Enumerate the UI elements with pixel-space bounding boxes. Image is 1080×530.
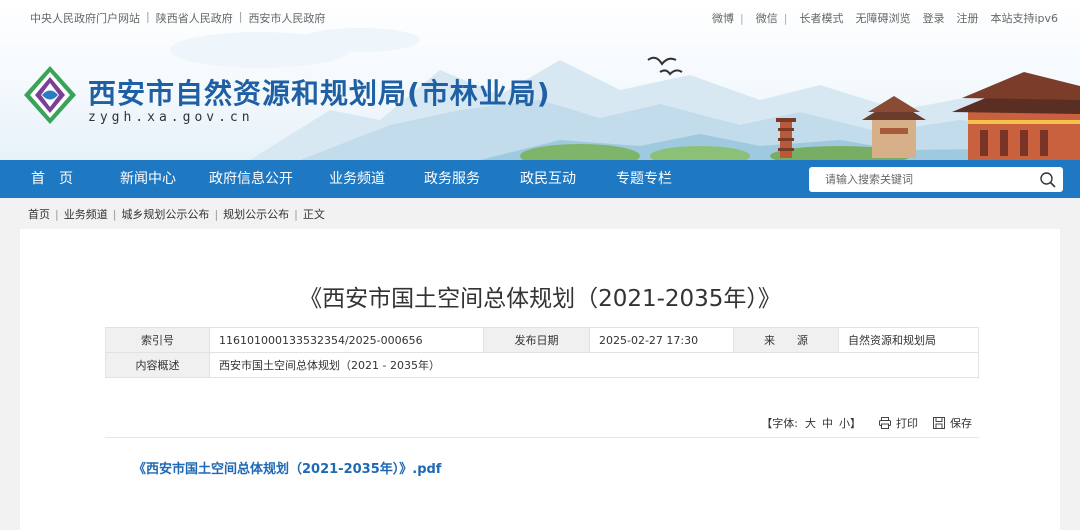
article-tools: 【字体: 大 中 小】 打印 保存: [761, 415, 972, 431]
save-button[interactable]: 保存: [950, 415, 972, 431]
printer-icon[interactable]: [878, 416, 892, 430]
breadcrumb-planning-notice[interactable]: 规划公示公布: [223, 206, 289, 222]
link-weibo[interactable]: 微博: [712, 10, 734, 26]
save-icon[interactable]: [932, 416, 946, 430]
table-row: 索引号 116101000133532354/2025-000656 发布日期 …: [105, 327, 979, 353]
ipv6-notice: 本站支持ipv6: [990, 12, 1058, 25]
attachment-pdf-link[interactable]: 《西安市国土空间总体规划（2021-2035年）》.pdf: [133, 458, 441, 477]
link-shaanxi-gov[interactable]: 陕西省人民政府: [156, 10, 233, 26]
main-nav: 首 页 新闻中心 政府信息公开 业务频道 政务服务 政民互动 专题专栏: [0, 160, 1080, 198]
breadcrumb-home[interactable]: 首页: [28, 206, 50, 222]
font-size-label: 【字体:: [761, 417, 798, 430]
link-elder-mode[interactable]: 长者模式: [799, 10, 843, 26]
divider: |: [146, 10, 150, 23]
header-banner: 中央人民政府门户网站 | 陕西省人民政府 | 西安市人民政府 微博 | 微信 |…: [0, 0, 1080, 160]
article-meta-table: 索引号 116101000133532354/2025-000656 发布日期 …: [105, 327, 979, 378]
nav-item-business[interactable]: 业务频道: [310, 160, 404, 198]
breadcrumb-current: 正文: [302, 208, 325, 221]
article-title: 《西安市国土空间总体规划（2021-2035年）》: [299, 286, 781, 312]
top-links-right: 微博 | 微信 | 长者模式 无障碍浏览 登录 注册 本站支持ipv6: [700, 10, 1058, 26]
search-icon[interactable]: [1039, 171, 1057, 189]
meta-label-date: 发布日期: [483, 327, 590, 353]
breadcrumb-separator: |: [214, 207, 219, 221]
table-row: 内容概述 西安市国土空间总体规划（2021 - 2035年）: [105, 352, 979, 378]
article-container: 《西安市国土空间总体规划（2021-2035年）》 索引号 1161010001…: [20, 229, 1060, 530]
nav-item-news[interactable]: 新闻中心: [104, 160, 192, 198]
font-large-button[interactable]: 大: [805, 415, 816, 431]
nav-item-interaction[interactable]: 政民互动: [500, 160, 596, 198]
divider: |: [238, 10, 243, 23]
font-medium-button[interactable]: 中: [822, 415, 833, 431]
meta-value-summary: 西安市国土空间总体规划（2021 - 2035年）: [209, 352, 979, 378]
meta-label-source: 来 源: [733, 327, 839, 353]
link-xian-gov[interactable]: 西安市人民政府: [248, 10, 325, 26]
nav-item-home[interactable]: 首 页: [0, 160, 104, 198]
divider: |: [783, 11, 788, 25]
site-domain: zygh.xa.gov.cn: [88, 110, 254, 125]
meta-value-source: 自然资源和规划局: [838, 327, 979, 353]
breadcrumb-separator: |: [112, 207, 117, 221]
meta-label-index: 索引号: [105, 327, 210, 353]
search-input[interactable]: [809, 167, 1029, 192]
link-wechat[interactable]: 微信: [756, 10, 778, 26]
meta-value-date: 2025-02-27 17:30: [589, 327, 734, 353]
breadcrumb-separator: |: [294, 207, 298, 221]
font-small-button[interactable]: 小】: [839, 415, 861, 431]
meta-value-index: 116101000133532354/2025-000656: [209, 327, 484, 353]
nav-item-gov-info[interactable]: 政府信息公开: [192, 160, 310, 198]
site-title[interactable]: 西安市自然资源和规划局(市林业局): [88, 72, 551, 112]
top-links-left: 中央人民政府门户网站 | 陕西省人民政府 | 西安市人民政府: [30, 10, 325, 26]
divider: [105, 437, 979, 438]
breadcrumb-urban-planning[interactable]: 城乡规划公示公布: [121, 206, 209, 222]
link-login[interactable]: 登录: [922, 10, 944, 26]
nav-item-topics[interactable]: 专题专栏: [596, 160, 692, 198]
link-accessibility[interactable]: 无障碍浏览: [855, 10, 910, 26]
divider: |: [740, 11, 744, 25]
breadcrumb: 首页 | 业务频道 | 城乡规划公示公布 | 规划公示公布 | 正文: [28, 206, 325, 222]
breadcrumb-separator: |: [55, 207, 59, 221]
link-register[interactable]: 注册: [956, 10, 978, 26]
search-box: [809, 167, 1063, 192]
diamond-emblem-icon[interactable]: [22, 64, 78, 126]
link-central-gov[interactable]: 中央人民政府门户网站: [30, 10, 140, 26]
breadcrumb-business[interactable]: 业务频道: [64, 206, 108, 222]
print-button[interactable]: 打印: [896, 415, 918, 431]
nav-item-services[interactable]: 政务服务: [404, 160, 500, 198]
meta-label-summary: 内容概述: [105, 352, 210, 378]
